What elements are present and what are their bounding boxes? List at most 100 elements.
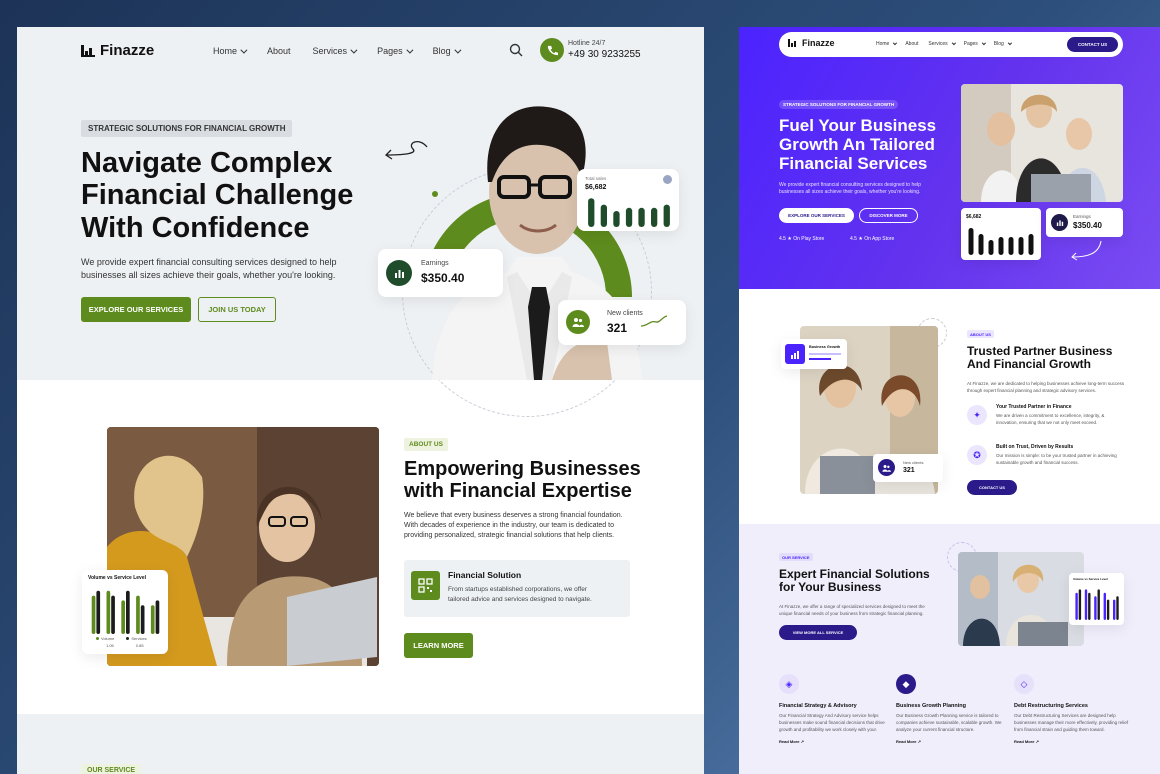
join-us-button[interactable]: JOIN US TODAY <box>198 297 276 322</box>
service-description: Our Business Growth Planning service is … <box>896 713 1002 732</box>
brand-logo[interactable]: Finazze <box>81 42 154 59</box>
learn-more-button[interactable]: LEARN MORE <box>404 633 473 658</box>
about-description: At Finazze, we are dedicated to helping … <box>967 381 1125 393</box>
link-label: Read More <box>1014 739 1035 745</box>
services-tag: OUR SERVICE <box>779 553 813 561</box>
service-card-strategy[interactable]: ◈ Financial Strategy & Advisory Our Fina… <box>779 674 899 744</box>
main-nav: Home About Services Pages Blog <box>876 40 1012 47</box>
read-more-link[interactable]: Read More ↗ <box>896 739 1016 744</box>
hero-title-line: With Confidence <box>81 211 310 244</box>
hero-title-line: Financial Challenge <box>81 179 354 212</box>
stat-value: $6,682 <box>585 184 607 191</box>
hero-title: Navigate Complex Financial Challenge Wit… <box>81 147 353 244</box>
service-title: Financial Strategy & Advisory <box>779 703 857 709</box>
feature-description: Our mission is simple: to be your truste… <box>996 453 1117 465</box>
clients-value: 321 <box>607 321 628 335</box>
chart-bar <box>155 600 160 634</box>
growth-label: Business Growth <box>809 345 841 349</box>
search-icon[interactable] <box>509 43 523 57</box>
business-growth-card: Business Growth <box>781 339 847 369</box>
progress-bar <box>809 353 841 355</box>
earnings-card: Earnings $350.40 <box>1046 208 1123 237</box>
explore-services-button[interactable]: EXPLORE OUR SERVICES <box>81 297 191 322</box>
services-description: At Finazze, we offer a range of speciali… <box>779 604 925 616</box>
volume-chart-card: Volume vs Service Level <box>1069 573 1124 625</box>
brand-logo[interactable]: Finazze <box>788 38 835 48</box>
services-section: OUR SERVICE Expert Financial Solutions f… <box>739 524 1160 774</box>
sales-bar-chart <box>968 228 1034 255</box>
nav-item-pages[interactable]: Pages <box>377 46 414 56</box>
nav-label: About <box>267 46 291 56</box>
nav-item-services[interactable]: Services <box>313 46 358 56</box>
link-label: Read More <box>896 739 917 745</box>
about-title: Empowering Businesses with Financial Exp… <box>404 458 641 503</box>
earnings-value: $350.40 <box>1073 221 1102 230</box>
hotline-label: Hotline 24/7 <box>568 40 606 47</box>
nav-item-blog[interactable]: Blog <box>994 40 1012 47</box>
about-tag: ABOUT US <box>404 438 448 451</box>
services-section: OUR SERVICE <box>17 714 704 774</box>
hero-title-line: Financial Services <box>779 154 928 174</box>
explore-services-button[interactable]: EXPLORE OUR SERVICES <box>779 208 854 223</box>
total-sales-card: Total sales $6,682 <box>577 169 679 231</box>
phone-icon[interactable] <box>540 38 564 62</box>
stat-label: Total sales <box>585 176 607 181</box>
chart-bar <box>96 590 101 634</box>
feature-title: Built on Trust, Driven by Results <box>996 444 1074 450</box>
nav-label: About <box>905 41 919 47</box>
feature-financial-solution: Financial Solution From startups establi… <box>404 560 630 617</box>
read-more-link[interactable]: Read More ↗ <box>1014 739 1134 744</box>
purple-hero-section: Finazze Home About Services Pages Blog C… <box>739 27 1160 289</box>
nav-item-about[interactable]: About <box>905 41 918 47</box>
logo-icon <box>81 44 95 57</box>
top-nav: Finazze Home About Services Pages Blog C… <box>779 32 1123 57</box>
chevron-down-icon <box>240 46 248 54</box>
button-label: CONTACT US <box>1077 42 1108 47</box>
nav-item-home[interactable]: Home <box>876 40 898 47</box>
earnings-card: Earnings $350.40 <box>378 249 503 297</box>
view-all-services-button[interactable]: VIEW MORE ALL SERVICE <box>779 625 857 640</box>
feature-title: Financial Solution <box>448 570 522 580</box>
main-nav: Home About Services Pages Blog <box>213 46 462 56</box>
brand-name: Finazze <box>802 38 835 48</box>
contact-us-button[interactable]: CONTACT US <box>967 480 1017 495</box>
service-card-growth[interactable]: ◆ Business Growth Planning Our Business … <box>896 674 1016 744</box>
desc-line: We provide expert financial consulting s… <box>81 257 337 267</box>
chart-bar <box>1094 596 1097 620</box>
about-title-line: Empowering Businesses <box>404 458 641 480</box>
chart-bar <box>121 600 125 634</box>
hero-title-line: Navigate Complex <box>81 147 333 179</box>
chart-bar <box>1116 596 1119 620</box>
desc-line: tailored advice and services designed to… <box>448 595 592 603</box>
nav-item-about[interactable]: About <box>267 46 291 56</box>
service-title: Debt Restructuring Services <box>1014 703 1088 709</box>
chevron-down-icon <box>350 46 358 54</box>
nav-item-home[interactable]: Home <box>213 46 248 56</box>
earnings-label: Earnings <box>1073 214 1091 219</box>
nav-item-blog[interactable]: Blog <box>433 46 462 56</box>
legend-label: Services <box>131 636 147 641</box>
left-page-mockup: Finazze Home About Services Pages Blog H… <box>17 27 704 774</box>
volume-bar-chart <box>1075 589 1119 620</box>
chart-label: Volume vs Service Level <box>1073 577 1108 581</box>
about-title-line: And Financial Growth <box>967 357 1092 372</box>
hotline-number[interactable]: +49 30 9233255 <box>568 49 641 60</box>
about-tag: ABOUT US <box>967 330 994 338</box>
hero-tag: STRATEGIC SOLUTIONS FOR FINANCIAL GROWTH <box>779 100 899 109</box>
nav-label: Services <box>928 41 948 47</box>
services-tag: OUR SERVICE <box>81 764 142 774</box>
chart-bar <box>1028 234 1034 255</box>
chevron-down-icon <box>1007 40 1012 45</box>
earnings-value: $350.40 <box>421 271 465 285</box>
nav-item-pages[interactable]: Pages <box>964 40 986 47</box>
hero-title-line: Fuel Your Business <box>779 116 937 135</box>
discover-more-button[interactable]: DISCOVER MORE <box>859 208 918 223</box>
chart-bar <box>1078 589 1082 620</box>
chevron-down-icon <box>951 40 956 45</box>
service-card-debt[interactable]: ◇ Debt Restructuring Services Our Debt R… <box>1014 674 1134 744</box>
progress-bar <box>809 358 831 360</box>
trophy-icon: ✪ <box>967 445 987 465</box>
read-more-link[interactable]: Read More ↗ <box>779 739 899 744</box>
nav-item-services[interactable]: Services <box>928 40 956 47</box>
contact-us-button[interactable]: CONTACT US <box>1067 37 1118 52</box>
